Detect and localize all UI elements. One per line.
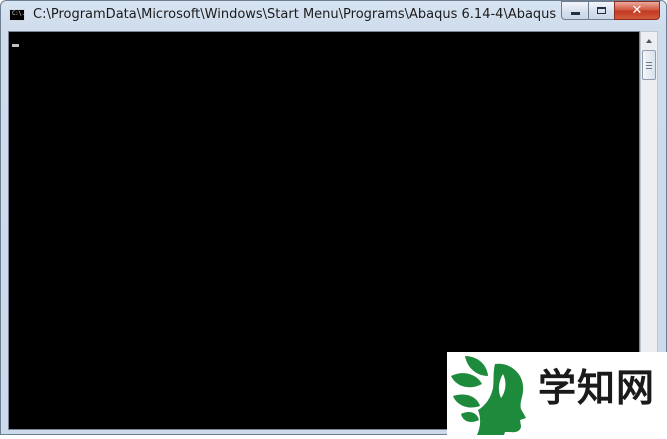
minimize-button[interactable] xyxy=(561,1,588,20)
close-icon: ✕ xyxy=(631,3,643,18)
grip-line-icon xyxy=(646,65,652,66)
scrollbar-thumb[interactable] xyxy=(642,50,656,80)
arrow-up-icon xyxy=(646,39,652,43)
scroll-up-button[interactable] xyxy=(641,33,657,49)
caption-buttons: ✕ xyxy=(561,1,660,21)
command-prompt-icon[interactable]: C:\. xyxy=(9,9,25,21)
minimize-icon xyxy=(570,12,580,15)
window-title: C:\ProgramData\Microsoft\Windows\Start M… xyxy=(33,7,558,22)
text-cursor xyxy=(12,44,19,47)
site-watermark: 学知网 xyxy=(447,352,667,435)
grip-line-icon xyxy=(646,68,652,69)
watermark-text: 学知网 xyxy=(538,366,656,410)
maximize-button[interactable] xyxy=(588,1,614,20)
grip-line-icon xyxy=(646,62,652,63)
maximize-icon xyxy=(597,7,606,14)
leaf-head-logo-icon xyxy=(451,356,526,435)
close-button[interactable]: ✕ xyxy=(614,1,660,20)
title-bar[interactable]: C:\. C:\ProgramData\Microsoft\Windows\St… xyxy=(1,1,666,31)
